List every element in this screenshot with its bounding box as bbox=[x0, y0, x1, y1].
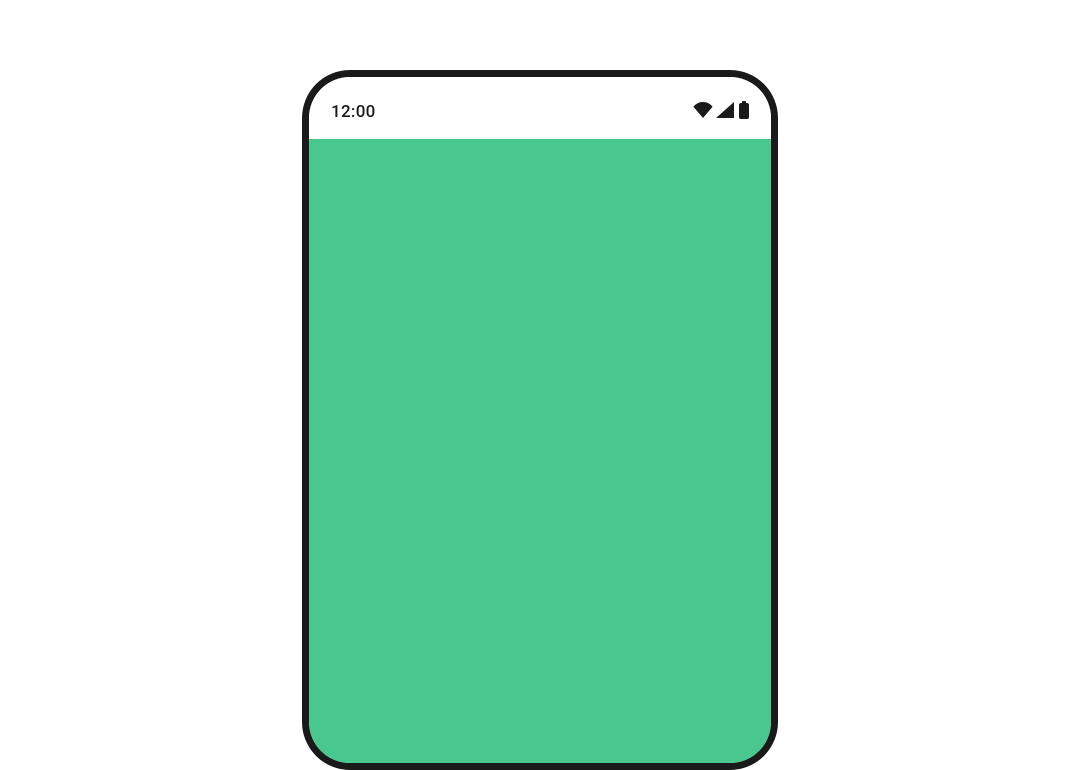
app-content-area bbox=[309, 139, 771, 763]
status-icons-group bbox=[693, 101, 749, 123]
cellular-signal-icon bbox=[715, 102, 734, 122]
battery-icon bbox=[736, 101, 749, 123]
phone-device-frame: 12:00 bbox=[302, 70, 778, 770]
wifi-icon bbox=[693, 102, 713, 122]
status-time: 12:00 bbox=[331, 102, 376, 122]
status-bar: 12:00 bbox=[309, 77, 771, 139]
